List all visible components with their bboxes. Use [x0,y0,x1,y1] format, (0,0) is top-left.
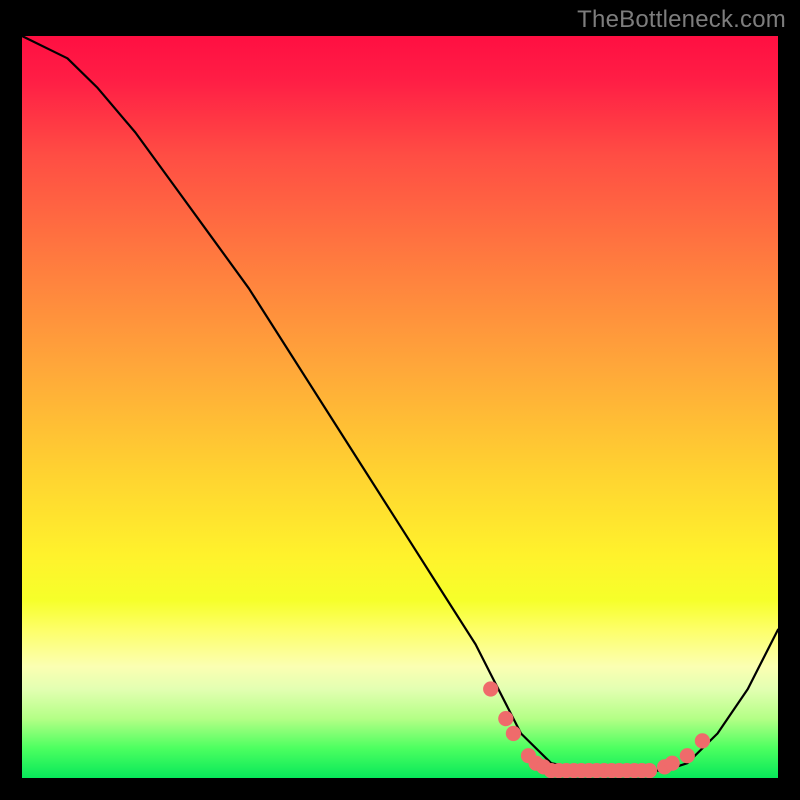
valley-dot [665,756,680,771]
valley-dot [498,711,513,726]
valley-markers [483,681,710,778]
valley-dot [680,748,695,763]
valley-dot [506,726,521,741]
watermark-label: TheBottleneck.com [577,6,786,34]
valley-dot [483,681,498,696]
bottleneck-curve [22,36,778,771]
chart-frame: TheBottleneck.com [0,0,800,800]
chart-svg [22,36,778,778]
plot-area [22,36,778,778]
valley-dot [695,733,710,748]
valley-dot [642,763,657,778]
